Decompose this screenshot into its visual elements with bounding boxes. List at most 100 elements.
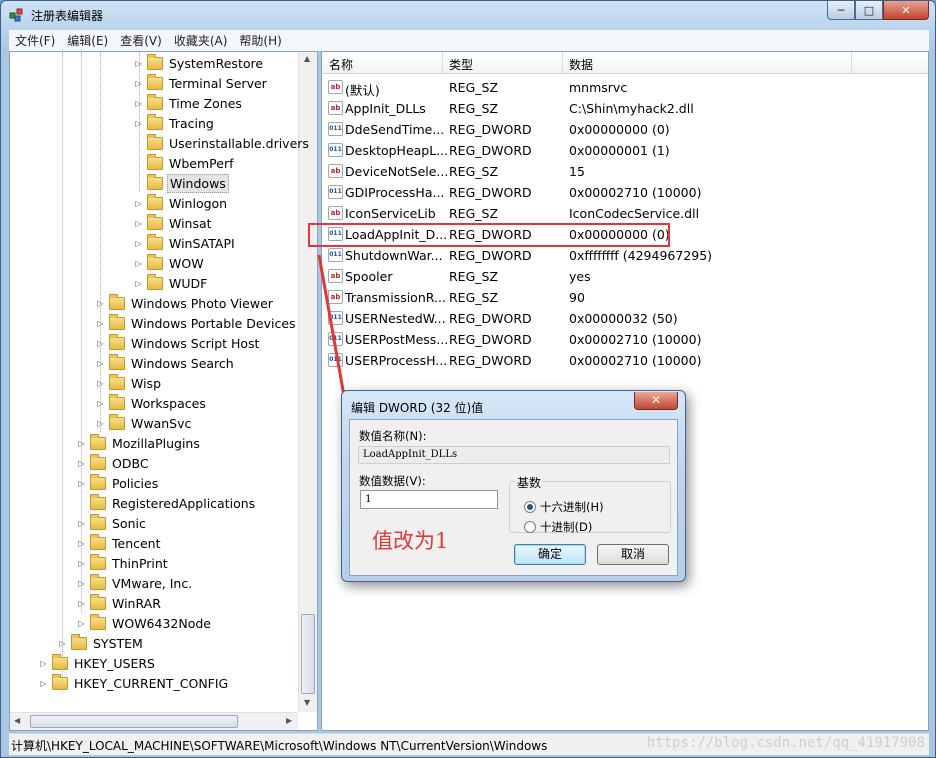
column-divider[interactable] — [442, 52, 443, 74]
expand-arrow-icon[interactable]: ▷ — [96, 319, 105, 328]
expand-arrow-icon[interactable]: ▷ — [96, 379, 105, 388]
tree-item[interactable]: WbemPerf — [134, 153, 235, 173]
menu-edit[interactable]: 编辑(E) — [61, 32, 114, 49]
column-header-data[interactable]: 数据 — [569, 56, 593, 73]
menu-file[interactable]: 文件(F) — [9, 32, 61, 49]
expand-arrow-icon[interactable]: ▷ — [77, 559, 86, 568]
tree-item[interactable]: ▷ Windows Portable Devices — [96, 313, 298, 333]
expand-arrow-icon[interactable]: ▷ — [39, 679, 48, 688]
value-row[interactable]: ab Spooler REG_SZ yes — [322, 266, 928, 287]
hex-radio-button[interactable] — [524, 501, 536, 513]
scroll-down-arrow-icon[interactable]: ▼ — [304, 698, 310, 707]
tree-horizontal-scrollbar[interactable]: ◀ ▶ — [10, 712, 298, 730]
value-data-input[interactable]: 1 — [360, 490, 498, 509]
value-row[interactable]: 011 ShutdownWar... REG_DWORD 0xffffffff (42… — [322, 245, 928, 266]
registry-tree-pane[interactable]: ▲ ▼ ◀ ▶ ▷ SystemRestore ▷ Terminal Server ▷ T… — [9, 51, 318, 731]
ok-button[interactable]: 确定 — [514, 544, 586, 565]
expand-arrow-icon[interactable]: ▷ — [134, 119, 143, 128]
value-row[interactable]: 011 GDIProcessHa... REG_DWORD 0x00002710 (1… — [322, 182, 928, 203]
tree-item[interactable]: ▷ WinRAR — [77, 593, 163, 613]
tree-item[interactable]: ▷ WwanSvc — [96, 413, 193, 433]
expand-arrow-icon[interactable]: ▷ — [77, 539, 86, 548]
tree-item[interactable]: ▷ Policies — [77, 473, 160, 493]
tree-item[interactable]: ▷ SYSTEM — [58, 633, 145, 653]
value-row[interactable]: ab DeviceNotSele... REG_SZ 15 — [322, 161, 928, 182]
value-row[interactable]: ab TransmissionR... REG_SZ 90 — [322, 287, 928, 308]
decimal-radio-button[interactable] — [524, 521, 536, 533]
value-row[interactable]: ab IconServiceLib REG_SZ IconCodecService.d… — [322, 203, 928, 224]
expand-arrow-icon[interactable]: ▷ — [77, 519, 86, 528]
value-row[interactable]: 011 DesktopHeapL... REG_DWORD 0x00000001 (1… — [322, 140, 928, 161]
tree-item[interactable]: ▷ Windows Script Host — [96, 333, 261, 353]
tree-item[interactable]: ▷ Time Zones — [134, 93, 244, 113]
expand-arrow-icon[interactable]: ▷ — [77, 439, 86, 448]
expand-arrow-icon[interactable]: ▷ — [77, 619, 86, 628]
expand-arrow-icon[interactable]: ▷ — [77, 459, 86, 468]
tree-item[interactable]: ▷ MozillaPlugins — [77, 433, 202, 453]
tree-item[interactable]: Windows — [134, 173, 229, 193]
minimize-button[interactable]: ─ — [827, 1, 855, 20]
expand-arrow-icon[interactable]: ▷ — [77, 599, 86, 608]
expand-arrow-icon[interactable]: ▷ — [134, 99, 143, 108]
expand-arrow-icon[interactable]: ▷ — [134, 259, 143, 268]
tree-item[interactable]: ▷ Sonic — [77, 513, 148, 533]
value-row[interactable]: 011 USERPostMess... REG_DWORD 0x00002710 (1… — [322, 329, 928, 350]
menu-help[interactable]: 帮助(H) — [233, 32, 287, 49]
tree-item[interactable]: ▷ Terminal Server — [134, 73, 269, 93]
value-row[interactable]: 011 USERProcessH... REG_DWORD 0x00002710 (1… — [322, 350, 928, 371]
tree-item[interactable]: ▷ Workspaces — [96, 393, 208, 413]
tree-item[interactable]: ▷ Tencent — [77, 533, 163, 553]
tree-item[interactable]: ▷ Tracing — [134, 113, 216, 133]
tree-item[interactable]: ▷ WinSATAPI — [134, 233, 237, 253]
expand-arrow-icon[interactable]: ▷ — [58, 639, 67, 648]
tree-item[interactable]: ▷ HKEY_CURRENT_CONFIG — [39, 673, 230, 693]
maximize-button[interactable]: □ — [855, 1, 883, 20]
scroll-up-arrow-icon[interactable]: ▲ — [304, 54, 310, 63]
expand-arrow-icon[interactable]: ▷ — [96, 299, 105, 308]
tree-item[interactable]: ▷ Winlogon — [134, 193, 229, 213]
expand-arrow-icon[interactable]: ▷ — [134, 199, 143, 208]
scroll-right-arrow-icon[interactable]: ▶ — [286, 716, 292, 725]
close-button[interactable]: ✕ — [883, 1, 929, 20]
cancel-button[interactable]: 取消 — [597, 544, 669, 565]
column-divider[interactable] — [562, 52, 563, 74]
tree-item[interactable]: ▷ Wisp — [96, 373, 163, 393]
value-row[interactable]: ab (默认) REG_SZ mnmsrvc — [322, 77, 928, 98]
expand-arrow-icon[interactable]: ▷ — [96, 359, 105, 368]
tree-item[interactable]: ▷ WOW6432Node — [77, 613, 213, 633]
tree-item[interactable]: Userinstallable.drivers — [134, 133, 311, 153]
expand-arrow-icon[interactable]: ▷ — [96, 419, 105, 428]
tree-item[interactable]: ▷ WUDF — [134, 273, 209, 293]
title-bar[interactable]: 注册表编辑器 ─ □ ✕ — [1, 1, 935, 29]
value-row[interactable]: 011 DdeSendTime... REG_DWORD 0x00000000 (0) — [322, 119, 928, 140]
expand-arrow-icon[interactable]: ▷ — [96, 399, 105, 408]
tree-item[interactable]: ▷ VMware, Inc. — [77, 573, 194, 593]
hex-radio-option[interactable]: 十六进制(H) — [524, 499, 604, 515]
dialog-close-button[interactable]: ✕ — [634, 392, 678, 410]
value-row[interactable]: ab AppInit_DLLs REG_SZ C:\Shin\myhack2.dll — [322, 98, 928, 119]
expand-arrow-icon[interactable]: ▷ — [39, 659, 48, 668]
expand-arrow-icon[interactable]: ▷ — [96, 339, 105, 348]
expand-arrow-icon[interactable]: ▷ — [134, 59, 143, 68]
expand-arrow-icon[interactable]: ▷ — [134, 219, 143, 228]
tree-item[interactable]: ▷ Windows Search — [96, 353, 236, 373]
column-divider[interactable] — [851, 52, 852, 74]
tree-vertical-scroll-thumb[interactable] — [301, 614, 315, 694]
decimal-radio-option[interactable]: 十进制(D) — [524, 519, 592, 535]
tree-item[interactable]: ▷ Winsat — [134, 213, 214, 233]
menu-favorites[interactable]: 收藏夹(A) — [168, 32, 234, 49]
expand-arrow-icon[interactable]: ▷ — [77, 579, 86, 588]
tree-item[interactable]: ▷ WOW — [134, 253, 206, 273]
scroll-left-arrow-icon[interactable]: ◀ — [14, 716, 20, 725]
menu-view[interactable]: 查看(V) — [114, 32, 168, 49]
expand-arrow-icon[interactable]: ▷ — [134, 279, 143, 288]
expand-arrow-icon[interactable]: ▷ — [77, 479, 86, 488]
tree-item[interactable]: ▷ HKEY_USERS — [39, 653, 157, 673]
tree-item[interactable]: ▷ Windows Photo Viewer — [96, 293, 275, 313]
tree-item[interactable]: ▷ SystemRestore — [134, 53, 265, 73]
column-header-type[interactable]: 类型 — [449, 56, 473, 73]
value-row[interactable]: 011 USERNestedW... REG_DWORD 0x00000032 (50… — [322, 308, 928, 329]
expand-arrow-icon[interactable]: ▷ — [134, 79, 143, 88]
column-header-name[interactable]: 名称 — [329, 56, 353, 73]
tree-item[interactable]: RegisteredApplications — [77, 493, 257, 513]
